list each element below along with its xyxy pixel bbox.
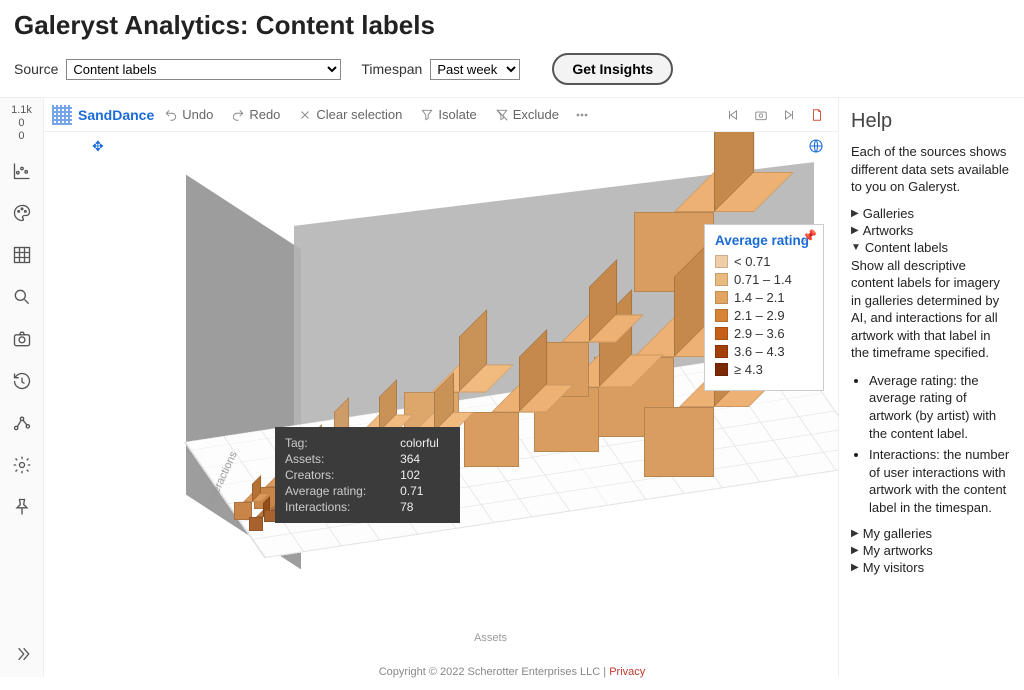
- privacy-link[interactable]: Privacy: [609, 666, 645, 678]
- sanddance-brand[interactable]: SandDance: [52, 105, 154, 125]
- history-icon[interactable]: [7, 366, 37, 396]
- footer: Copyright © 2022 Scherotter Enterprises …: [0, 666, 1024, 678]
- legend-row[interactable]: 3.6 – 4.3: [715, 344, 813, 359]
- sanddance-toolbar: SandDance Undo Redo Clear selection Isol…: [44, 98, 838, 132]
- pin-icon[interactable]: [7, 492, 37, 522]
- sanddance-logo-icon: [52, 105, 72, 125]
- tree-item[interactable]: ▶My artworks: [851, 543, 1012, 558]
- exclude-button[interactable]: Exclude: [487, 103, 567, 126]
- redo-button[interactable]: Redo: [223, 103, 288, 126]
- help-bullet: Interactions: the number of user interac…: [869, 446, 1012, 516]
- page-title: Galeryst Analytics: Content labels: [14, 10, 1010, 41]
- skip-back-icon[interactable]: [720, 104, 746, 126]
- legend-title: Average rating: [715, 233, 813, 248]
- chart-scatter-icon[interactable]: [7, 156, 37, 186]
- help-intro: Each of the sources shows different data…: [851, 143, 1012, 196]
- expand-icon[interactable]: [7, 639, 37, 669]
- help-title: Help: [851, 110, 1012, 133]
- x-axis-label: Assets: [474, 632, 507, 644]
- clear-selection-button[interactable]: Clear selection: [290, 103, 410, 126]
- legend-row[interactable]: < 0.71: [715, 254, 813, 269]
- timespan-label: Timespan: [361, 61, 422, 77]
- left-rail: 1.1k 0 0: [0, 98, 44, 677]
- search-icon[interactable]: [7, 282, 37, 312]
- legend-row[interactable]: 2.1 – 2.9: [715, 308, 813, 323]
- content-labels-desc: Show all descriptive content labels for …: [851, 257, 1012, 362]
- legend-row[interactable]: ≥ 4.3: [715, 362, 813, 377]
- datapoint-tooltip: Tag:colorfulAssets:364Creators:102Averag…: [275, 427, 460, 523]
- tree-item[interactable]: ▶My galleries: [851, 526, 1012, 541]
- isolate-button[interactable]: Isolate: [412, 103, 484, 126]
- skip-forward-icon[interactable]: [776, 104, 802, 126]
- visualization-area[interactable]: ✥ Assets Interactions Tag:colorfulAssets…: [44, 132, 838, 677]
- undo-button[interactable]: Undo: [156, 103, 221, 126]
- tree-item[interactable]: ▶Galleries: [851, 206, 1012, 221]
- legend-pin-icon[interactable]: 📌: [802, 229, 817, 243]
- source-label: Source: [14, 61, 58, 77]
- timespan-select[interactable]: Past week: [430, 59, 520, 80]
- camera-icon[interactable]: [7, 324, 37, 354]
- scale-readout: 1.1k 0 0: [11, 104, 32, 144]
- help-bullet: Average rating: the average rating of ar…: [869, 372, 1012, 442]
- color-legend[interactable]: 📌 Average rating < 0.71 0.71 – 1.4 1.4 – 2…: [704, 224, 824, 391]
- graph-icon[interactable]: [7, 408, 37, 438]
- legend-row[interactable]: 1.4 – 2.1: [715, 290, 813, 305]
- legend-row[interactable]: 2.9 – 3.6: [715, 326, 813, 341]
- grid-icon[interactable]: [7, 240, 37, 270]
- source-select[interactable]: Content labels: [66, 59, 341, 80]
- legend-row[interactable]: 0.71 – 1.4: [715, 272, 813, 287]
- gear-icon[interactable]: [7, 450, 37, 480]
- get-insights-button[interactable]: Get Insights: [552, 53, 673, 85]
- tree-item[interactable]: ▶Artworks: [851, 223, 1012, 238]
- snapshot-icon[interactable]: [748, 104, 774, 126]
- tree-item[interactable]: ▼Content labels: [851, 240, 1012, 255]
- more-icon[interactable]: [569, 104, 595, 126]
- new-page-icon[interactable]: [804, 104, 830, 126]
- tree-item[interactable]: ▶My visitors: [851, 560, 1012, 575]
- palette-icon[interactable]: [7, 198, 37, 228]
- help-panel: Help Each of the sources shows different…: [838, 98, 1024, 677]
